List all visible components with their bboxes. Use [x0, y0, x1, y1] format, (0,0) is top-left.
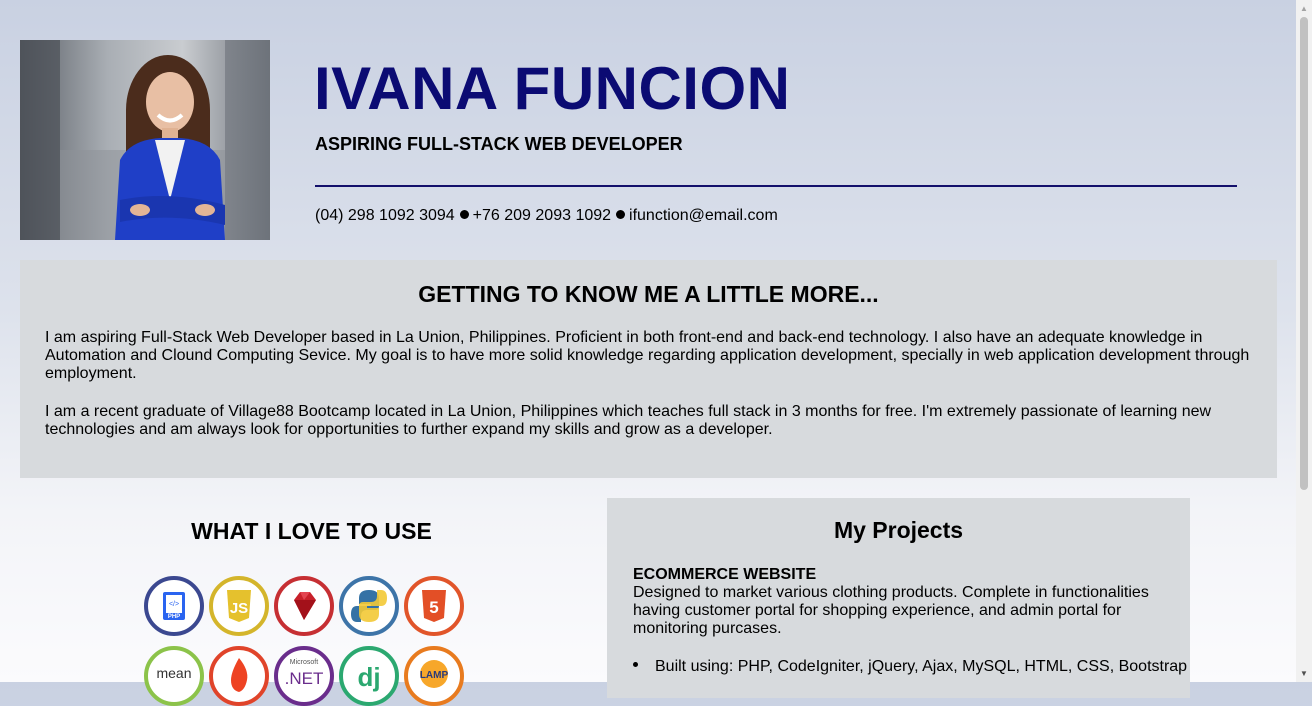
about-section: GETTING TO KNOW ME A LITTLE MORE... I am…: [20, 260, 1277, 478]
contact-info: (04) 298 1092 3094 +76 209 2093 1092 ifunc…: [315, 207, 778, 225]
svg-text:.NET: .NET: [285, 669, 324, 688]
phone-number-1: (04) 298 1092 3094: [315, 207, 455, 224]
php-icon: </> PHP: [144, 576, 204, 636]
project-built-using-text: Built using: PHP, CodeIgniter, jQuery, A…: [655, 658, 1188, 675]
profile-photo: [20, 40, 270, 240]
svg-text:PHP: PHP: [168, 614, 180, 620]
javascript-icon: JS: [209, 576, 269, 636]
svg-text:LAMP: LAMP: [420, 670, 449, 681]
bullet-icon: [633, 658, 655, 676]
codeigniter-icon: [209, 646, 269, 706]
lamp-icon: LAMP: [404, 646, 464, 706]
svg-text:Microsoft: Microsoft: [290, 659, 318, 666]
phone-number-2: +76 209 2093 1092: [472, 207, 612, 224]
django-icon: dj: [339, 646, 399, 706]
mean-icon: mean: [144, 646, 204, 706]
projects-title: My Projects: [833, 517, 964, 543]
about-title: GETTING TO KNOW ME A LITTLE MORE...: [418, 281, 879, 307]
email-address: ifunction@email.com: [629, 207, 778, 224]
svg-text:5: 5: [429, 598, 438, 617]
resume-page: IVANA FUNCION ASPIRING FULL-STACK WEB DE…: [0, 0, 1296, 706]
svg-text:</>: </>: [169, 601, 179, 608]
scroll-up-arrow-icon[interactable]: ▲: [1296, 0, 1312, 17]
profile-photo-image: [20, 40, 270, 240]
header-divider: [315, 185, 1237, 187]
svg-text:dj: dj: [357, 662, 380, 692]
ruby-icon: [274, 576, 334, 636]
svg-text:JS: JS: [230, 600, 248, 617]
scroll-down-arrow-icon[interactable]: ▼: [1296, 665, 1312, 682]
html5-icon: 5: [404, 576, 464, 636]
separator-dot-icon: [459, 210, 469, 220]
vertical-scrollbar[interactable]: ▲ ▼: [1296, 0, 1312, 682]
about-paragraph-1: I am aspiring Full-Stack Web Developer b…: [45, 329, 1250, 382]
tools-title: WHAT I LOVE TO USE: [191, 518, 432, 544]
svg-text:mean: mean: [156, 665, 191, 681]
scrollbar-thumb[interactable]: [1300, 17, 1308, 490]
projects-section: My Projects ECOMMERCE WEBSITE Designed t…: [607, 498, 1190, 698]
dotnet-icon: Microsoft .NET: [274, 646, 334, 706]
project-built-using: Built using: PHP, CodeIgniter, jQuery, A…: [633, 658, 1195, 676]
project-description: Designed to market various clothing prod…: [633, 584, 1149, 637]
project-name: ECOMMERCE WEBSITE: [633, 566, 817, 583]
python-icon: [339, 576, 399, 636]
job-title: ASPIRING FULL-STACK WEB DEVELOPER: [315, 134, 683, 154]
separator-dot-icon: [616, 210, 626, 220]
person-name: IVANA FUNCION: [314, 55, 791, 122]
about-paragraph-2: I am a recent graduate of Village88 Boot…: [45, 403, 1212, 438]
